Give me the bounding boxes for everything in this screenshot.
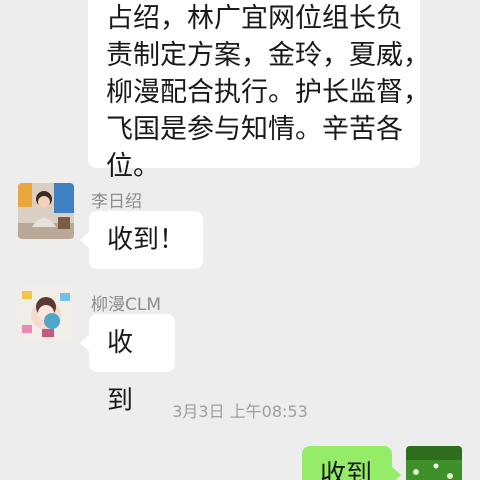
message-bubble-incoming[interactable]: 占绍，林广宜网位组长负 责制定方案，金玲，夏威， 柳漫配合执行。护长监督， 飞国… (88, 0, 430, 182)
message-bubble-outgoing[interactable]: 收到 (302, 446, 401, 480)
message-text: 收到！ (107, 225, 186, 255)
message-text-line: 柳漫配合执行。护长监督， (106, 77, 430, 108)
message-text: 收到 (320, 460, 373, 480)
avatar[interactable] (18, 183, 74, 239)
message-bubble-incoming[interactable]: 收到！ (80, 211, 203, 269)
avatar-cartoon-icon (18, 285, 74, 341)
sender-name: 柳漫CLM (91, 295, 162, 315)
avatar-self[interactable] (406, 446, 462, 480)
avatar[interactable] (18, 285, 74, 341)
message-text-line: 责制定方案，金玲，夏威， (106, 40, 430, 71)
message-text-line: 飞国是参与知情。辛苦各 (106, 114, 403, 145)
message-text-line: 位。 (106, 151, 160, 182)
message-timestamp: 3月3日 上午08:53 (172, 402, 308, 421)
avatar-grass-icon (406, 446, 462, 480)
message-text-line: 占绍，林广宜网位组长负 (106, 3, 403, 34)
avatar-photo-icon (18, 183, 74, 239)
message-bubble-incoming[interactable]: 收到 (80, 314, 175, 416)
sender-name: 李日绍 (91, 192, 142, 212)
